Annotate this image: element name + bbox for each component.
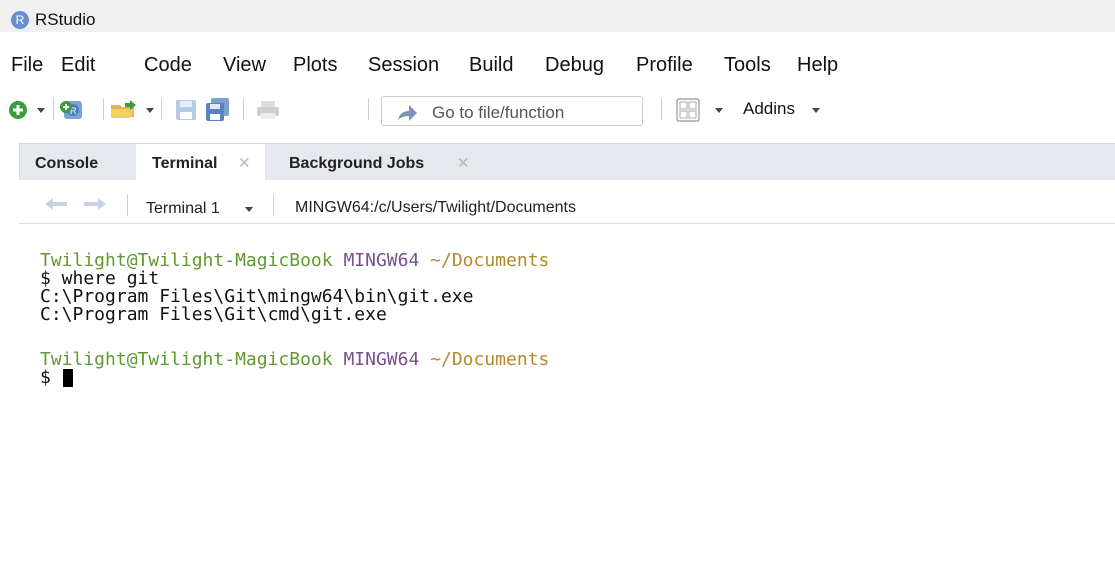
- output-line: C:\Program Files\Git\cmd\git.exe: [40, 304, 387, 325]
- open-folder-dropdown-icon[interactable]: [146, 108, 154, 113]
- prompt-path: ~/Documents: [430, 250, 550, 271]
- close-icon[interactable]: ✕: [238, 154, 251, 172]
- prompt-line: Twilight@Twilight-MagicBook MINGW64 ~/Do…: [40, 351, 549, 369]
- main-toolbar: R Go to file/function Addins: [0, 88, 1115, 132]
- menu-profile[interactable]: Profile: [636, 54, 693, 77]
- terminal-toolbar: Terminal 1 MINGW64:/c/Users/Twilight/Doc…: [19, 180, 1115, 224]
- pane-layout-icon[interactable]: [676, 98, 700, 122]
- open-folder-icon[interactable]: [109, 98, 143, 120]
- forward-arrow-icon[interactable]: [83, 197, 107, 211]
- tab-label: Console: [35, 155, 99, 172]
- goto-arrow-icon: [398, 105, 417, 121]
- terminal-title: MINGW64:/c/Users/Twilight/Documents: [295, 199, 576, 216]
- tab-label: Terminal: [152, 155, 218, 172]
- goto-file-function-input[interactable]: Go to file/function: [381, 96, 643, 126]
- terminal-select[interactable]: Terminal 1: [146, 200, 220, 218]
- menu-debug[interactable]: Debug: [545, 54, 604, 77]
- rstudio-logo-icon: R: [11, 11, 29, 29]
- new-project-icon[interactable]: R: [58, 97, 86, 123]
- new-file-dropdown-icon[interactable]: [37, 108, 45, 113]
- tab-terminal[interactable]: Terminal ✕: [136, 144, 265, 181]
- terminal-output[interactable]: Twilight@Twilight-MagicBook MINGW64 ~/Do…: [40, 252, 549, 387]
- menu-bar: File Edit Code View Plots Session Build …: [0, 32, 1115, 88]
- tab-label: Background Jobs: [289, 155, 425, 172]
- current-prompt: $: [40, 367, 62, 388]
- menu-code[interactable]: Code: [144, 54, 192, 77]
- pane-tabs: Console Terminal ✕ Background Jobs ✕: [19, 143, 1115, 181]
- menu-file[interactable]: File: [11, 54, 43, 77]
- addins-dropdown-icon[interactable]: [812, 108, 820, 113]
- prompt-shell: MINGW64: [343, 250, 420, 271]
- pane-layout-dropdown-icon[interactable]: [715, 108, 723, 113]
- back-arrow-icon[interactable]: [44, 197, 68, 211]
- new-file-icon[interactable]: [8, 100, 28, 120]
- terminal-dropdown-icon[interactable]: [245, 207, 253, 212]
- terminal-cursor: [62, 369, 73, 387]
- prompt-shell: MINGW64: [343, 349, 420, 370]
- menu-build[interactable]: Build: [469, 54, 513, 77]
- title-bar: R RStudio: [0, 0, 1115, 32]
- app-title: RStudio: [35, 10, 96, 29]
- prompt-path: ~/Documents: [430, 349, 550, 370]
- tab-console[interactable]: Console: [20, 144, 136, 181]
- menu-view[interactable]: View: [223, 54, 266, 77]
- print-icon[interactable]: [256, 99, 280, 121]
- menu-plots[interactable]: Plots: [293, 54, 337, 77]
- save-all-icon[interactable]: [205, 97, 231, 123]
- menu-edit[interactable]: Edit: [61, 54, 95, 77]
- menu-tools[interactable]: Tools: [724, 54, 771, 77]
- prompt-user: Twilight@Twilight-MagicBook: [40, 349, 333, 370]
- close-icon[interactable]: ✕: [457, 154, 470, 172]
- save-icon[interactable]: [175, 99, 197, 121]
- menu-help[interactable]: Help: [797, 54, 838, 77]
- current-prompt-line: $: [40, 369, 549, 387]
- goto-placeholder-text: Go to file/function: [432, 103, 565, 122]
- addins-menu[interactable]: Addins: [743, 99, 795, 119]
- menu-session[interactable]: Session: [368, 54, 439, 77]
- tab-background-jobs[interactable]: Background Jobs ✕: [265, 144, 495, 181]
